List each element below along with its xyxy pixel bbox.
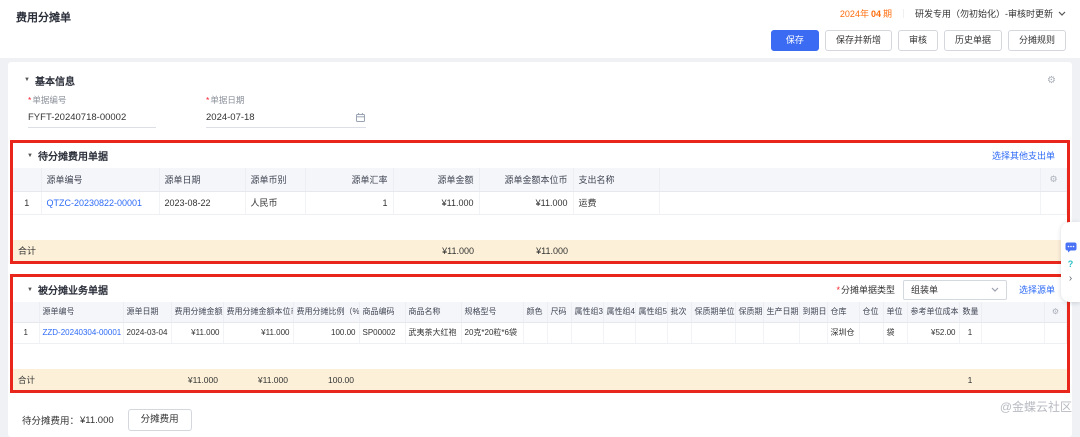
collapse-icon[interactable]: ▼ xyxy=(24,77,30,83)
select-source-doc-link[interactable]: 选择源单 xyxy=(1019,283,1055,296)
empty-rows-area xyxy=(13,214,1067,240)
col-spec: 规格型号 xyxy=(461,302,523,322)
pending-fee-label: 待分摊费用： xyxy=(22,413,79,427)
col-source-currency: 源单币别 xyxy=(245,168,305,191)
allocated-table-row: 1 ZZD-20240304-00001 2024-03-04 ¥11.000 … xyxy=(13,322,1067,343)
col-alloc-amount-local: 费用分摊金额本位币 xyxy=(223,302,293,322)
settings-gear-icon[interactable]: ⚙ xyxy=(1047,75,1056,86)
doc-number-input[interactable]: FYFT-20240718-00002 xyxy=(28,106,156,128)
col-batch: 批次 xyxy=(667,302,691,322)
col-source-amount: 源单金额 xyxy=(393,168,479,191)
col-attr3: 属性组3 xyxy=(571,302,603,322)
col-ref-unit-cost: 参考单位成本 xyxy=(907,302,959,322)
page-title: 费用分摊单 xyxy=(16,6,71,25)
collapse-icon[interactable]: ▼ xyxy=(27,287,33,293)
total-amount: ¥11.000 xyxy=(171,369,223,390)
allocated-total-row: 合计 ¥11.000 ¥11.000 100.00 1 xyxy=(13,369,1067,390)
col-source-rate: 源单汇率 xyxy=(305,168,393,191)
total-amount: ¥11.000 xyxy=(393,240,479,261)
col-alloc-amount: 费用分摊金额 xyxy=(171,302,223,322)
calendar-icon[interactable] xyxy=(355,112,366,123)
col-source-code: 源单编号 xyxy=(39,302,123,322)
collapse-panel-chevron-icon[interactable]: › xyxy=(1069,275,1072,283)
profile-label: 研发专用（勿初始化）-审核时更新 xyxy=(915,7,1053,20)
chevron-down-icon xyxy=(1058,11,1066,16)
select-other-expense-link[interactable]: 选择其他支出单 xyxy=(992,149,1055,162)
chevron-down-icon xyxy=(991,287,999,292)
source-doc-link[interactable]: QTZC-20230822-00001 xyxy=(47,198,143,208)
allocate-fee-button[interactable]: 分摊费用 xyxy=(128,409,192,431)
save-button[interactable]: 保存 xyxy=(771,30,819,51)
pending-total-row: 合计 ¥11.000 ¥11.000 xyxy=(13,240,1067,261)
col-source-code: 源单编号 xyxy=(41,168,159,191)
form-card: ▼ 基本信息 ⚙ *单据编号 FYFT-20240718-00002 *单据日期… xyxy=(8,62,1072,437)
collapse-icon[interactable]: ▼ xyxy=(27,153,33,159)
toolbar: 保存 保存并新增 审核 历史单据 分摊规则 xyxy=(16,30,1066,51)
total-label: 合计 xyxy=(13,240,305,261)
col-unit: 单位 xyxy=(883,302,907,322)
col-shelf-life: 保质期 xyxy=(735,302,763,322)
allocation-rules-button[interactable]: 分摊规则 xyxy=(1008,30,1066,51)
allocated-header-row: 源单编号 源单日期 费用分摊金额 费用分摊金额本位币 费用分摊比例（%） 商品编… xyxy=(13,302,1067,322)
total-amount-local: ¥11.000 xyxy=(223,369,293,390)
col-location: 仓位 xyxy=(859,302,883,322)
doc-number-field: *单据编号 FYFT-20240718-00002 xyxy=(28,94,156,128)
section-basic-info: ▼ 基本信息 ⚙ *单据编号 FYFT-20240718-00002 *单据日期… xyxy=(8,66,1072,140)
history-button[interactable]: 历史单据 xyxy=(944,30,1002,51)
audit-button[interactable]: 审核 xyxy=(898,30,938,51)
chat-icon[interactable] xyxy=(1065,242,1077,253)
floating-helper-panel: ? › xyxy=(1061,222,1080,302)
pending-header-row: 源单编号 源单日期 源单币别 源单汇率 源单金额 源单金额本位币 支出名称 ⚙ xyxy=(13,168,1067,191)
column-settings-gear-icon[interactable]: ⚙ xyxy=(1041,168,1067,191)
top-bar: 费用分摊单 2024年04期 ｜ 研发专用（勿初始化）-审核时更新 保存 保存并… xyxy=(0,0,1080,58)
col-warehouse: 仓库 xyxy=(827,302,859,322)
allocated-section-title: 被分摊业务单据 xyxy=(38,282,108,297)
save-and-new-button[interactable]: 保存并新增 xyxy=(825,30,892,51)
allocated-business-table: 源单编号 源单日期 费用分摊金额 费用分摊金额本位币 费用分摊比例（%） 商品编… xyxy=(13,302,1067,390)
pending-section-title: 待分摊费用单据 xyxy=(38,148,108,163)
col-product-code: 商品编码 xyxy=(359,302,405,322)
annotation-box-pending: ▼ 待分摊费用单据 选择其他支出单 源单编号 源单日期 源单币别 源单汇率 源单… xyxy=(10,140,1070,264)
doc-type-select[interactable]: 组装单 xyxy=(903,280,1007,300)
empty-rows-area xyxy=(13,343,1067,369)
doc-number-label: 单据编号 xyxy=(32,95,66,105)
doc-type-label: 分摊单据类型 xyxy=(841,285,895,295)
accounting-period: 2024年04期 xyxy=(840,7,892,20)
pending-table-row: 1 QTZC-20230822-00001 2023-08-22 人民币 1 ¥… xyxy=(13,191,1067,214)
col-source-date: 源单日期 xyxy=(123,302,171,322)
required-asterisk: * xyxy=(28,95,31,105)
total-amount-local: ¥11.000 xyxy=(479,240,573,261)
col-attr5: 属性组5 xyxy=(635,302,667,322)
required-asterisk: * xyxy=(206,95,209,105)
col-attr4: 属性组4 xyxy=(603,302,635,322)
source-doc-link[interactable]: ZZD-20240304-00001 xyxy=(43,328,122,337)
total-qty: 1 xyxy=(959,369,981,390)
annotation-box-allocated: ▼ 被分摊业务单据 *分摊单据类型 组装单 选择源单 xyxy=(10,274,1070,393)
col-production-date: 生产日期 xyxy=(763,302,799,322)
col-due-date: 到期日 xyxy=(799,302,827,322)
footer-bar: 待分摊费用： ¥11.000 分摊费用 xyxy=(8,403,1072,431)
col-color: 颜色 xyxy=(523,302,547,322)
doc-date-input[interactable]: 2024-07-18 xyxy=(206,106,366,128)
col-alloc-ratio: 费用分摊比例（%） xyxy=(293,302,359,322)
col-source-amount-local: 源单金额本位币 xyxy=(479,168,573,191)
col-product-name: 商品名称 xyxy=(405,302,461,322)
col-expense-name: 支出名称 xyxy=(573,168,659,191)
required-asterisk: * xyxy=(836,285,840,295)
column-settings-gear-icon[interactable]: ⚙ xyxy=(1045,302,1067,322)
divider: ｜ xyxy=(899,7,908,20)
help-icon[interactable]: ? xyxy=(1068,259,1074,269)
profile-selector[interactable]: 研发专用（勿初始化）-审核时更新 xyxy=(915,7,1066,20)
doc-date-field: *单据日期 2024-07-18 xyxy=(206,94,366,128)
col-source-date: 源单日期 xyxy=(159,168,245,191)
col-qty: 数量 xyxy=(959,302,981,322)
watermark: @金蝶云社区 xyxy=(1000,398,1072,415)
pending-expense-table: 源单编号 源单日期 源单币别 源单汇率 源单金额 源单金额本位币 支出名称 ⚙ … xyxy=(13,168,1067,261)
col-shelf-life-unit: 保质期单位 xyxy=(691,302,735,322)
col-size: 尺码 xyxy=(547,302,571,322)
total-label: 合计 xyxy=(13,369,171,390)
basic-info-title: 基本信息 xyxy=(35,73,75,88)
total-ratio: 100.00 xyxy=(293,369,359,390)
doc-date-label: 单据日期 xyxy=(210,95,244,105)
